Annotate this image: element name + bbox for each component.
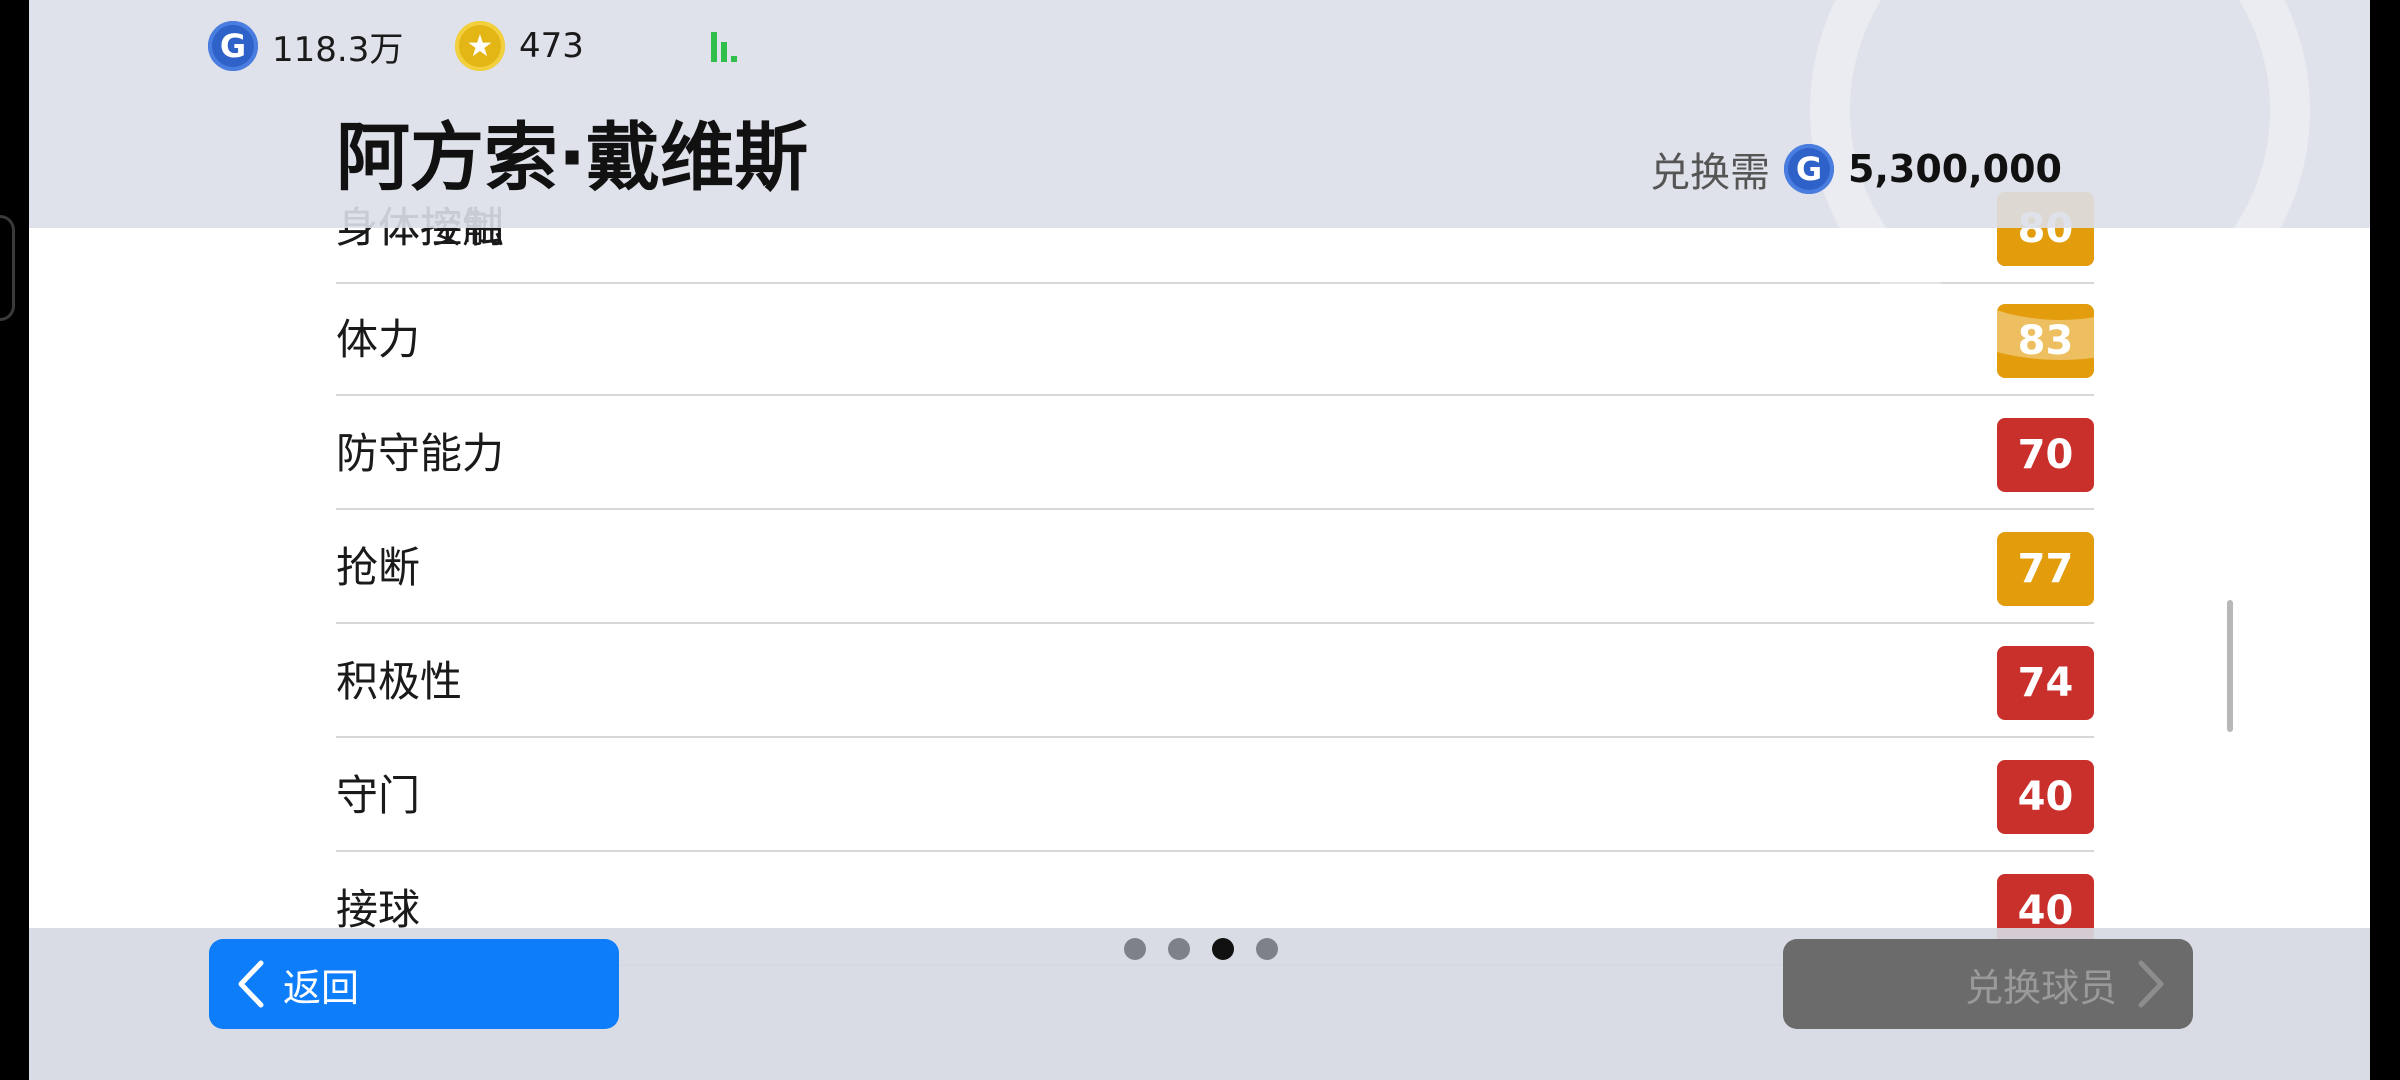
stat-label: 抢断 xyxy=(336,543,421,592)
stat-value-badge: 70 xyxy=(1997,418,2094,492)
page-dot[interactable] xyxy=(1256,938,1278,960)
stat-label: 体力 xyxy=(336,315,421,364)
footer-bar: 返回 兑换球员 xyxy=(29,928,2370,1080)
stat-label: 积极性 xyxy=(336,657,463,706)
stat-value-badge: 74 xyxy=(1997,646,2094,720)
player-name-title: 阿方索·戴维斯 xyxy=(336,115,809,201)
app-frame: 身体接触 74 身体控制 80 体力 83 防守能力 70 抢断 77 积极性 … xyxy=(29,0,2370,1080)
page-dot[interactable] xyxy=(1168,938,1190,960)
scrollbar-thumb[interactable] xyxy=(2227,600,2233,732)
gp-amount: 118.3万 xyxy=(272,29,404,70)
signal-strength-icon xyxy=(709,26,749,66)
page-indicator xyxy=(1124,938,1278,960)
stat-row: 积极性 74 xyxy=(336,626,2094,738)
device-edge-notch xyxy=(0,215,15,321)
stat-row: 体力 83 xyxy=(336,284,2094,396)
gp-coin-icon: G xyxy=(208,21,258,71)
stat-row: 守门 40 xyxy=(336,740,2094,852)
back-button-label: 返回 xyxy=(283,965,360,1010)
exchange-cost: 兑换需 G 5,300,000 xyxy=(1650,142,2062,196)
star-coin-icon: ★ xyxy=(455,21,505,71)
chevron-left-icon xyxy=(231,954,271,1014)
exchange-cost-amount: 5,300,000 xyxy=(1848,147,2062,191)
stat-row: 抢断 77 xyxy=(336,512,2094,624)
stat-row: 防守能力 70 xyxy=(336,398,2094,510)
stat-value-badge: 77 xyxy=(1997,532,2094,606)
gp-balance: G 118.3万 xyxy=(208,20,403,72)
header-bar: G 118.3万 ★ 473 阿方索·戴维斯 兑换需 G 5,300,000 xyxy=(29,0,2370,360)
exchange-player-button-label: 兑换球员 xyxy=(1964,965,2117,1010)
stat-label: 防守能力 xyxy=(336,429,505,478)
stat-value-badge: 40 xyxy=(1997,760,2094,834)
back-button[interactable]: 返回 xyxy=(209,939,619,1029)
stat-label: 守门 xyxy=(336,771,421,820)
coin-balance: ★ 473 xyxy=(455,20,584,72)
chevron-right-icon xyxy=(2131,954,2171,1014)
coin-amount: 473 xyxy=(519,26,584,66)
exchange-player-button[interactable]: 兑换球员 xyxy=(1783,939,2193,1029)
page-dot[interactable] xyxy=(1124,938,1146,960)
page-dot-active[interactable] xyxy=(1212,938,1234,960)
gp-coin-icon: G xyxy=(1784,144,1835,194)
exchange-cost-label: 兑换需 xyxy=(1650,150,1771,196)
